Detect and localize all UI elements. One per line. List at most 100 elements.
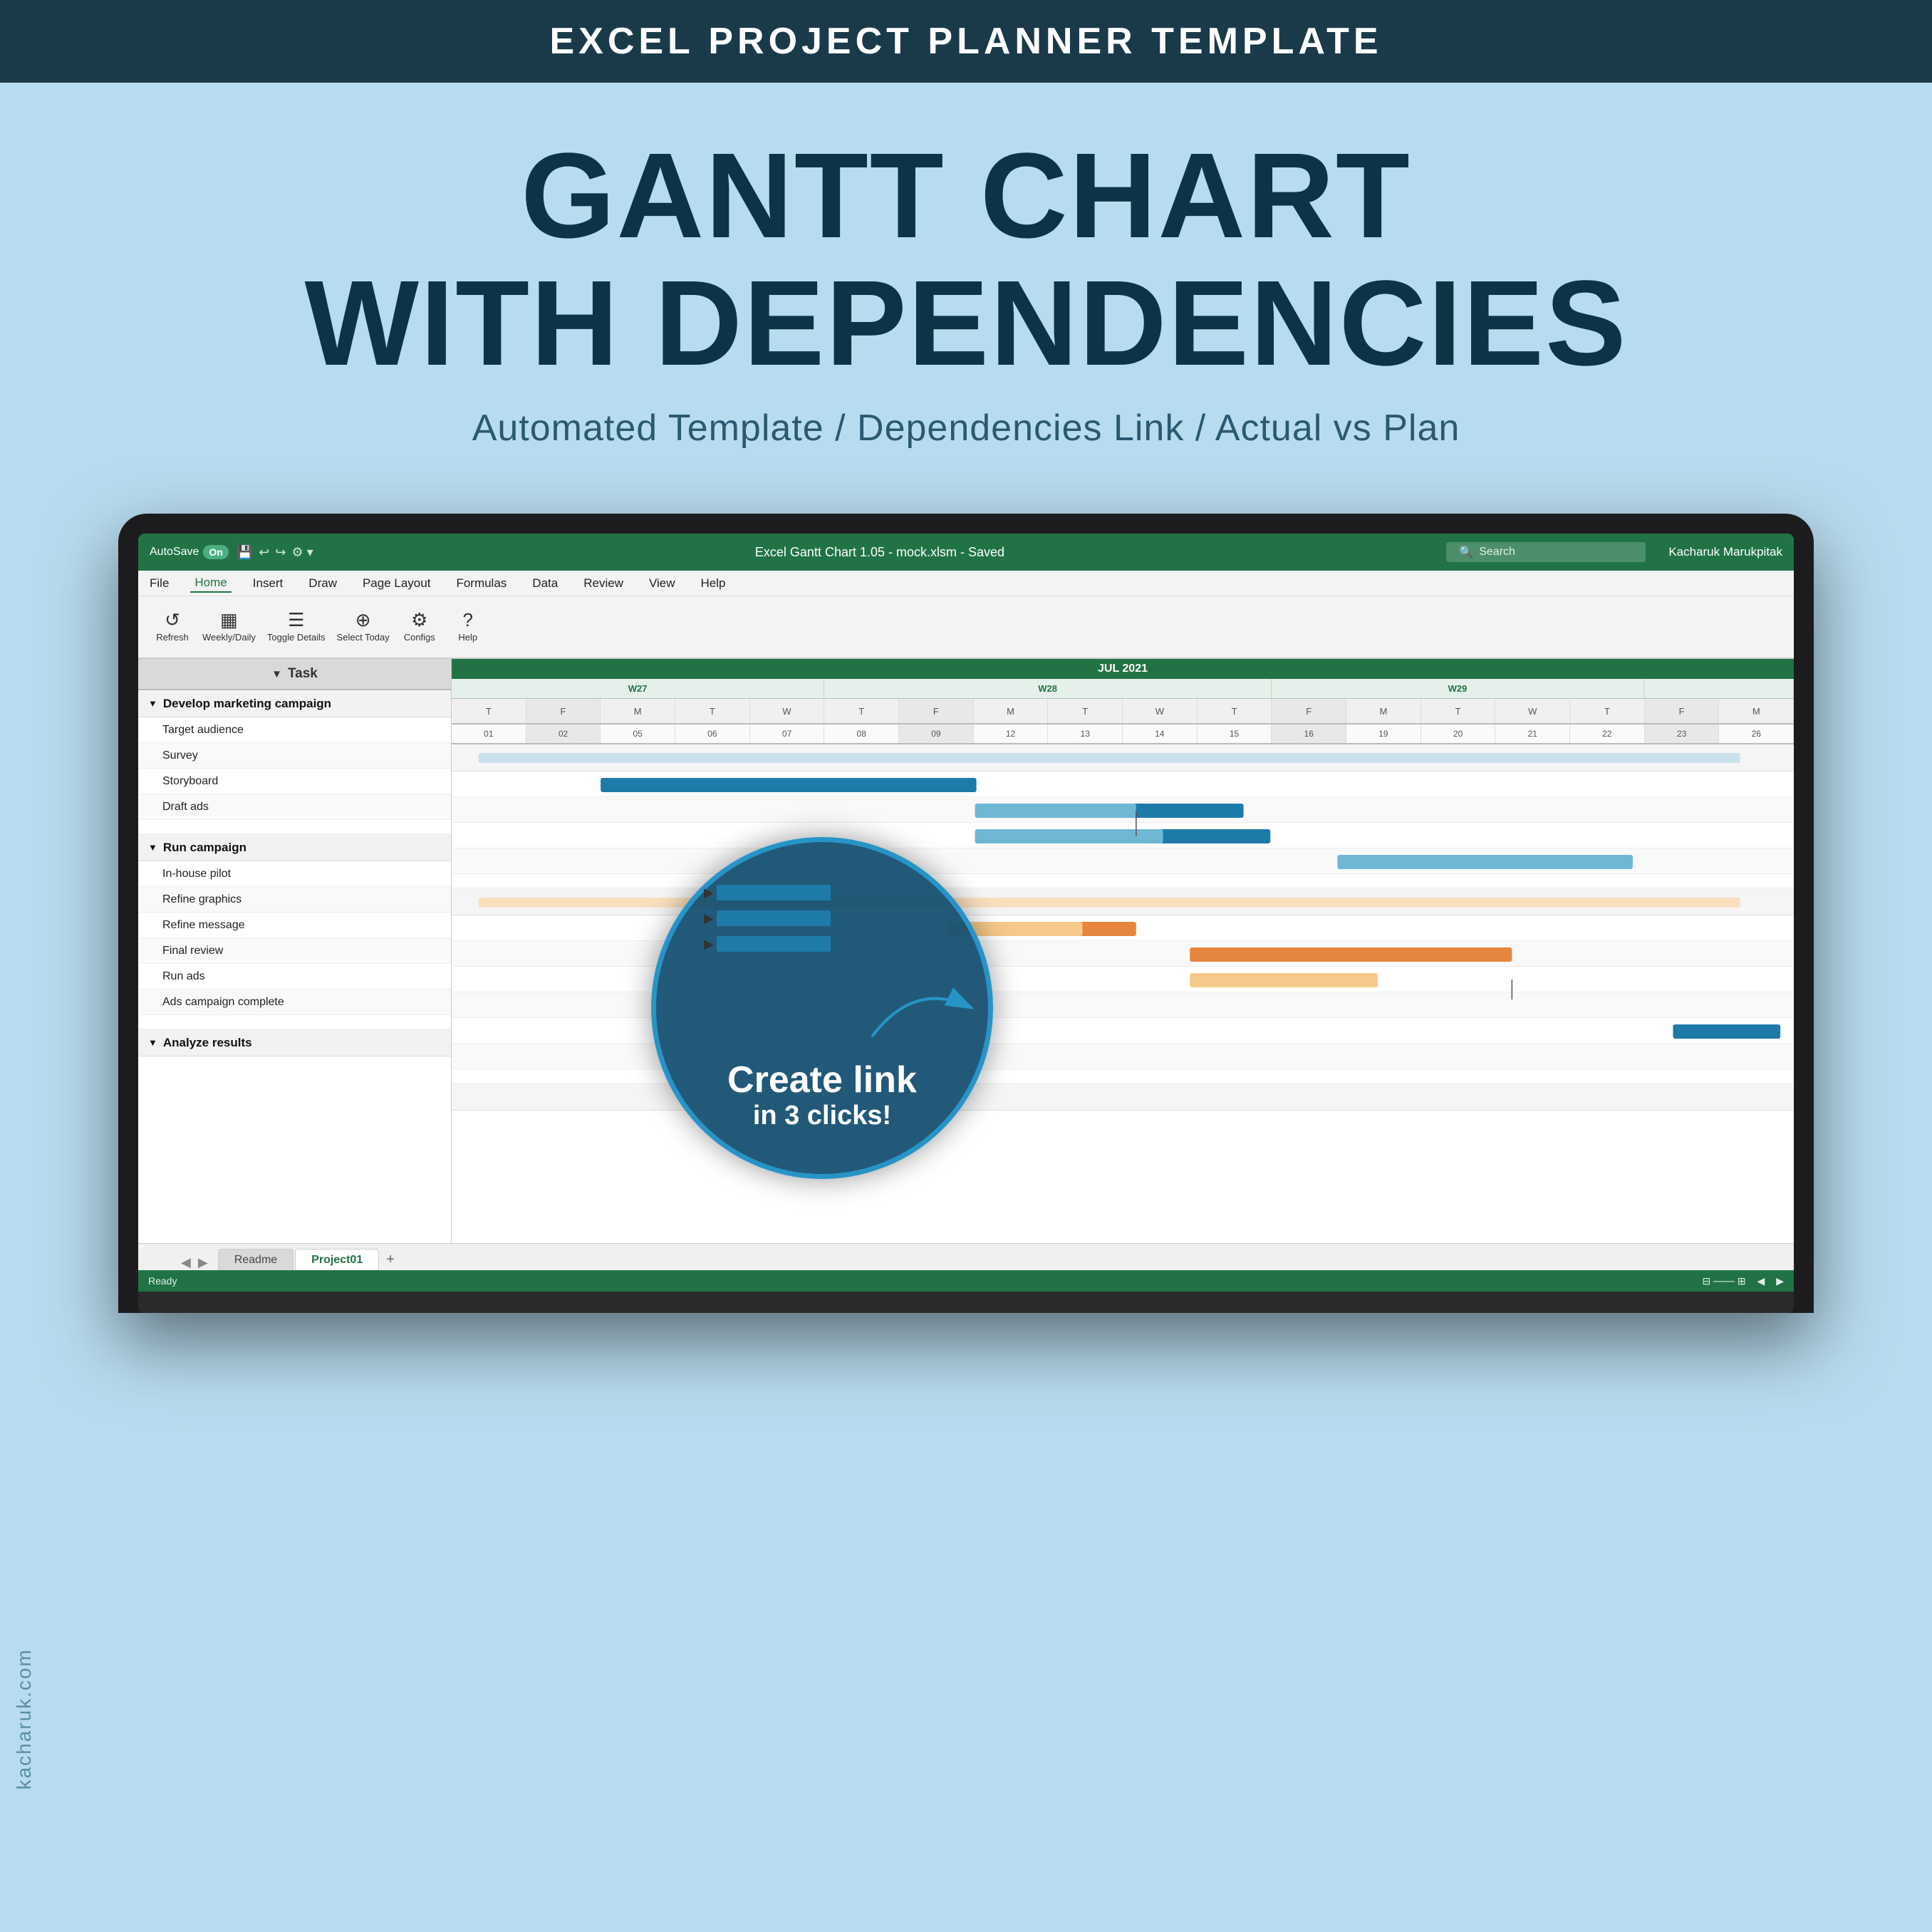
calendar-icon: ▦ [220,611,238,629]
task-final-review: Final review [138,938,451,964]
task-inhouse-pilot: In-house pilot [138,861,451,887]
redo-icon[interactable]: ↪ [275,545,286,560]
laptop-wrapper: AutoSave On 💾 ↩ ↪ ⚙ ▾ Excel Gantt Chart … [0,514,1932,1313]
search-placeholder: Search [1479,546,1515,559]
gantt-task-row-2 [452,797,1794,823]
day-T5: T [1198,699,1272,723]
configs-icon: ⚙ [411,611,427,629]
menu-home[interactable]: Home [190,574,231,593]
circle-bar-1 [717,885,831,900]
day-T4: T [1048,699,1123,723]
date-22: 22 [1570,724,1645,743]
gantt-task-row-3 [452,823,1794,848]
day-M4: M [1719,699,1794,723]
menu-formulas[interactable]: Formulas [452,575,511,592]
group-arrow-2: ▼ [148,842,157,853]
gantt-task-row-6 [452,941,1794,967]
gantt-week-extra [1644,679,1794,698]
callout-circle: ▶ ▶ ▶ [651,837,993,1179]
date-12: 12 [974,724,1049,743]
toolbar-toggle-details[interactable]: ☰ Toggle Details [263,600,330,654]
date-07: 07 [750,724,825,743]
undo-icon[interactable]: ↩ [259,545,269,560]
excel-menubar: File Home Insert Draw Page Layout Formul… [138,571,1794,596]
circle-bar-row-1: ▶ [701,885,943,900]
main-title: GANTT CHARTWITH DEPENDENCIES [14,133,1918,387]
titlebar-search[interactable]: 🔍 Search [1446,542,1646,562]
menu-help[interactable]: Help [697,575,730,592]
date-02: 02 [526,724,601,743]
toolbar-refresh[interactable]: ↺ Refresh [150,600,195,654]
weekly-daily-label: Weekly/Daily [202,632,256,643]
gantt-rows-container [452,744,1794,1111]
date-13: 13 [1048,724,1123,743]
sheet-nav-right[interactable]: ▶ [198,1255,208,1270]
gantt-group-row-2 [452,888,1794,915]
task-refine-message: Refine message [138,913,451,938]
help-icon: ? [463,611,473,629]
gantt-task-row-4 [452,848,1794,874]
task-group-develop: ▼ Develop marketing campaign [138,690,451,717]
gantt-week-w28: W28 [824,679,1272,698]
autosave-toggle[interactable]: On [203,545,228,559]
toolbar-weekly-daily[interactable]: ▦ Weekly/Daily [198,600,260,654]
customize-icon[interactable]: ⚙ ▾ [291,545,313,560]
date-26: 26 [1719,724,1794,743]
laptop-bottom [138,1292,1794,1313]
task-panel: ▼ Task ▼ Develop marketing campaign Targ… [138,659,452,1243]
date-23: 23 [1645,724,1720,743]
gantt-task-row-5 [452,915,1794,941]
day-T2: T [675,699,750,723]
menu-page-layout[interactable]: Page Layout [358,575,435,592]
group-name-run: Run campaign [163,841,246,855]
subtitle: Automated Template / Dependencies Link /… [14,407,1918,450]
toolbar-help[interactable]: ? Help [445,600,491,654]
today-icon: ⊕ [355,611,371,629]
menu-data[interactable]: Data [528,575,562,592]
toggle-details-label: Toggle Details [267,632,326,643]
statusbar-nav-left[interactable]: ◀ [1757,1275,1765,1287]
day-W2: W [1123,699,1198,723]
date-21: 21 [1495,724,1570,743]
menu-view[interactable]: View [645,575,680,592]
sheet-nav-left[interactable]: ◀ [181,1255,191,1270]
tab-add-button[interactable]: + [386,1249,395,1270]
statusbar-ready: Ready [148,1275,177,1287]
gantt-month-label: JUL 2021 [1098,663,1148,675]
statusbar-right: ⊟ ─── ⊞ ◀ ▶ [1702,1275,1784,1287]
date-05: 05 [601,724,675,743]
autosave-area: AutoSave On [150,545,229,559]
task-header-label: Task [288,666,318,682]
gantt-week-row: W27 W28 W29 [452,679,1794,699]
menu-review[interactable]: Review [579,575,628,592]
day-M1: M [601,699,675,723]
tab-readme[interactable]: Readme [218,1249,294,1270]
date-09: 09 [899,724,974,743]
refresh-icon: ↺ [165,611,180,629]
toolbar-select-today[interactable]: ⊕ Select Today [333,600,394,654]
gantt-date-row: 01 02 05 06 07 08 09 12 13 14 15 16 19 2… [452,724,1794,744]
gantt-spacer-1 [452,874,1794,888]
circle-arrow-3: ▶ [704,937,714,952]
gantt-group-row-1 [452,744,1794,772]
task-group-run: ▼ Run campaign [138,834,451,861]
menu-insert[interactable]: Insert [249,575,288,592]
menu-draw[interactable]: Draw [304,575,341,592]
gantt-bg-rows [452,744,1794,1111]
gantt-task-row-1 [452,772,1794,797]
gantt-area: JUL 2021 W27 W28 W29 T F M T [452,659,1794,1243]
date-15: 15 [1198,724,1272,743]
configs-label: Configs [404,632,435,643]
excel-titlebar: AutoSave On 💾 ↩ ↪ ⚙ ▾ Excel Gantt Chart … [138,534,1794,571]
gantt-group-row-3 [452,1084,1794,1111]
menu-file[interactable]: File [145,575,173,592]
task-group-analyze: ▼ Analyze results [138,1029,451,1056]
toolbar-configs[interactable]: ⚙ Configs [397,600,442,654]
circle-bar-3 [717,936,831,952]
task-storyboard: Storyboard [138,769,451,794]
spreadsheet: ▼ Task ▼ Develop marketing campaign Targ… [138,659,1794,1243]
top-banner: EXCEL PROJECT PLANNER TEMPLATE [0,0,1932,83]
tab-project01[interactable]: Project01 [295,1249,379,1270]
task-header: ▼ Task [138,659,451,690]
statusbar-nav-right[interactable]: ▶ [1776,1275,1784,1287]
